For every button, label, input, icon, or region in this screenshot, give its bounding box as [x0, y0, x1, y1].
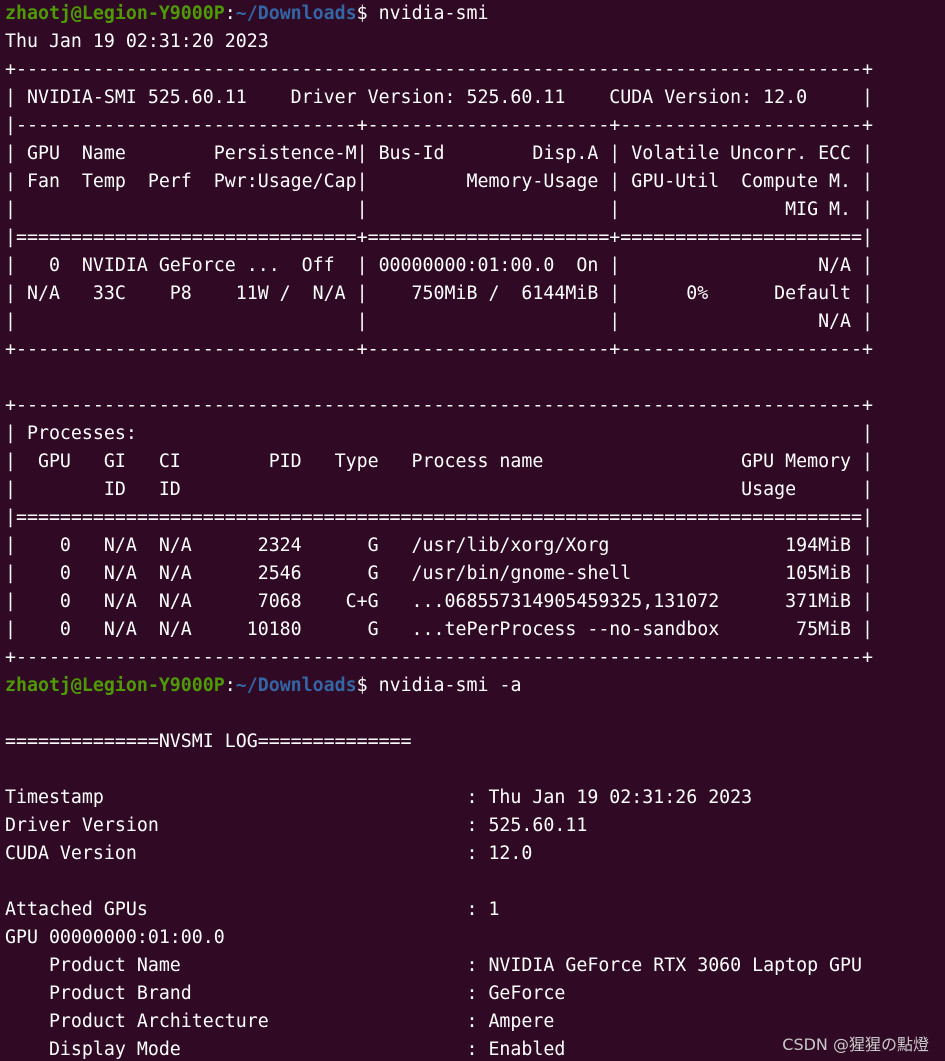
output-line: | ID ID Usage | [5, 479, 874, 500]
output-line: Product Brand : GeForce [5, 983, 566, 1004]
output-line: | 0 N/A N/A 2324 G /usr/lib/xorg/Xorg 19… [5, 535, 874, 556]
output-line: GPU 00000000:01:00.0 [5, 927, 225, 948]
output-line: +---------------------------------------… [5, 647, 874, 668]
output-line: | Fan Temp Perf Pwr:Usage/Cap| Memory-Us… [5, 171, 874, 192]
watermark: CSDN @猩猩の點燈 [782, 1035, 929, 1054]
output-line: | 0 NVIDIA GeForce ... Off | 00000000:01… [5, 255, 874, 276]
output-line: |===============================+=======… [5, 227, 874, 248]
prompt-user-host: zhaotj@Legion-Y9000P [5, 675, 225, 696]
prompt-user-host: zhaotj@Legion-Y9000P [5, 3, 225, 24]
prompt-path: ~/Downloads [235, 3, 357, 24]
output-line: | NVIDIA-SMI 525.60.11 Driver Version: 5… [5, 87, 874, 108]
prompt-symbol: $ [356, 675, 368, 696]
output-line: ==============NVSMI LOG============== [5, 731, 412, 752]
output-line: | | | N/A | [5, 311, 874, 332]
output-line: | GPU Name Persistence-M| Bus-Id Disp.A … [5, 143, 874, 164]
prompt-command: nvidia-smi -a [367, 675, 522, 696]
output-line: Attached GPUs : 1 [5, 899, 500, 920]
output-line: |=======================================… [5, 507, 874, 528]
output-line: | N/A 33C P8 11W / N/A | 750MiB / 6144Mi… [5, 283, 874, 304]
output-line: Timestamp : Thu Jan 19 02:31:26 2023 [5, 787, 753, 808]
output-line: | Processes: | [5, 423, 874, 444]
prompt-symbol: $ [356, 3, 368, 24]
nvidia-smi-output: Thu Jan 19 02:31:20 2023 +---------------… [5, 28, 945, 672]
prompt-separator: : [224, 3, 236, 24]
output-line: | 0 N/A N/A 10180 G ...tePerProcess --no… [5, 619, 874, 640]
prompt-separator: : [224, 675, 236, 696]
output-line: Driver Version : 525.60.11 [5, 815, 588, 836]
output-line: | 0 N/A N/A 2546 G /usr/bin/gnome-shell … [5, 563, 874, 584]
nvsmi-log-output: ==============NVSMI LOG============== Tim… [5, 700, 945, 1061]
output-line: | | | MIG M. | [5, 199, 874, 220]
prompt-line-1: zhaotj@Legion-Y9000P:~/Downloads$ nvidia… [5, 0, 945, 28]
prompt-path: ~/Downloads [235, 675, 357, 696]
output-line: |-------------------------------+-------… [5, 115, 874, 136]
prompt-command: nvidia-smi [367, 3, 489, 24]
terminal-window[interactable]: zhaotj@Legion-Y9000P:~/Downloads$ nvidia… [0, 0, 945, 1061]
prompt-line-2: zhaotj@Legion-Y9000P:~/Downloads$ nvidia… [5, 672, 945, 700]
output-line: +---------------------------------------… [5, 59, 874, 80]
output-line: +---------------------------------------… [5, 395, 874, 416]
output-line: | 0 N/A N/A 7068 C+G ...0685573149054593… [5, 591, 874, 612]
output-line: Product Name : NVIDIA GeForce RTX 3060 L… [5, 955, 863, 976]
output-line: Product Architecture : Ampere [5, 1011, 555, 1032]
output-line: Thu Jan 19 02:31:20 2023 [5, 31, 269, 52]
output-line: | GPU GI CI PID Type Process name GPU Me… [5, 451, 874, 472]
output-line: +-------------------------------+-------… [5, 339, 874, 360]
output-line: CUDA Version : 12.0 [5, 843, 533, 864]
